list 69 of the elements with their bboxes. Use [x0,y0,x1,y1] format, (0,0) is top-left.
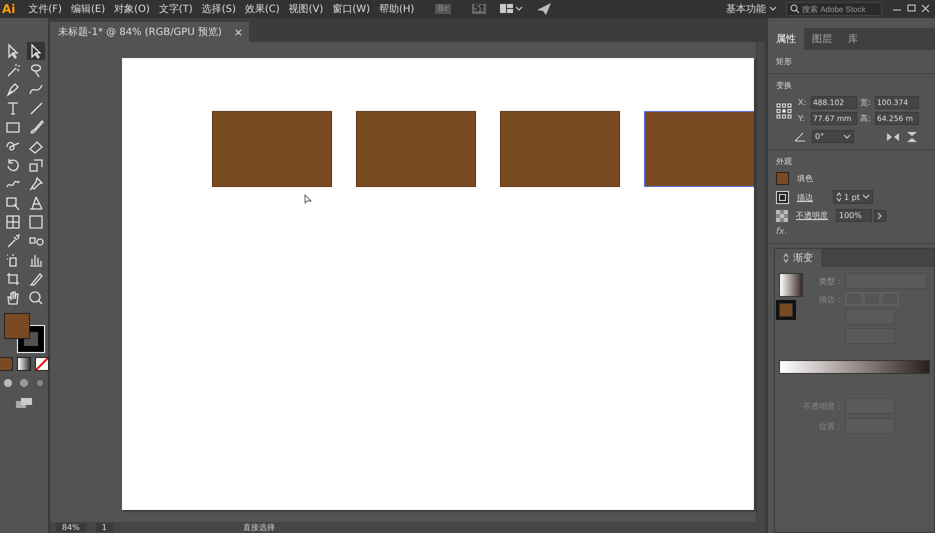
gradient-tool-icon[interactable] [26,213,44,231]
draw-behind-icon[interactable] [18,377,30,389]
flip-horizontal-icon[interactable] [886,132,900,142]
chevron-down-icon [862,194,870,200]
opacity-checker-icon [776,210,788,222]
panel-title[interactable]: 渐变 [775,249,821,267]
stroke-link[interactable]: 描边 [797,192,813,202]
angle-icon [794,132,806,142]
current-tool-label: 直接选择 [242,522,275,533]
menu-item[interactable]: 效果(C) [244,2,280,16]
menu-item[interactable]: 窗口(W) [332,2,370,16]
menu-item[interactable]: 文件(F) [28,2,62,16]
stroke-weight-field[interactable]: 1 pt [833,190,873,204]
paper-plane-icon[interactable] [536,2,552,16]
width-label: 宽: [860,97,872,108]
height-label: 高: [860,113,872,124]
gradient-thumbnail[interactable] [779,273,803,297]
menu-item[interactable]: 帮助(H) [379,2,414,16]
gradient-mode-button[interactable] [17,357,31,371]
chevron-down-icon [843,134,851,140]
panel-tab[interactable]: 属性 [768,28,804,50]
app-logo: Ai [1,2,16,16]
panel-tab[interactable]: 图层 [804,28,840,50]
opacity-field[interactable]: 100% [836,209,872,222]
menu-item[interactable]: 编辑(E) [70,2,106,16]
stroke-swatch[interactable] [18,326,44,352]
fill-swatch[interactable] [776,172,789,185]
panel-tab[interactable]: 库 [840,28,866,50]
x-label: X: [798,98,808,107]
draw-mode-icon[interactable] [2,377,14,389]
type-label: 类型： [818,276,843,286]
section-heading: 外观 [776,156,793,167]
menu-item[interactable]: 对象(O) [114,2,150,16]
stepper-icon [836,192,842,202]
artboard-number-field[interactable]: 1 [96,523,113,532]
section-heading: 变换 [776,80,793,91]
rotation-field[interactable]: 0° [812,130,854,143]
document-tab[interactable]: 未标题-1* @ 84% (RGB/GPU 预览) × [50,22,249,42]
fill-label: 填色 [797,173,813,184]
stepper-icon [783,253,789,263]
cursor-icon [304,194,312,204]
menu-item[interactable]: 文字(T) [158,2,193,16]
search-icon [790,4,799,14]
object-type-label: 矩形 [776,56,793,67]
reference-point-icon[interactable] [776,102,792,118]
vertical-scrollbar[interactable] [756,42,765,522]
fill-swatch[interactable] [4,313,30,339]
effects-button[interactable]: fx. [776,227,927,237]
y-label: Y: [798,114,806,123]
screen-mode-icon[interactable] [15,397,33,409]
chevron-down-icon [769,6,777,12]
color-mode-button[interactable] [0,357,13,371]
none-mode-icon[interactable] [35,357,49,371]
mesh-tool-icon[interactable] [4,213,22,231]
menu-item[interactable]: 选择(S) [202,2,236,16]
close-tab-button[interactable]: × [234,26,243,38]
flip-vertical-icon[interactable] [906,130,918,142]
zoom-field[interactable]: 84% [56,523,86,532]
workspace-switcher[interactable]: 基本功能 [726,2,777,16]
direct-selection-tool-icon[interactable] [26,42,44,60]
window-controls-icon[interactable] [891,3,931,15]
chevron-right-icon [877,212,883,220]
menu-item[interactable]: 视图(V) [288,2,324,16]
fill-swatch[interactable] [779,303,793,317]
stock-search-field[interactable]: 搜索 Adobe Stock [786,2,882,16]
opacity-link[interactable]: 不透明度 [796,210,828,221]
opacity-arrow-button[interactable] [874,210,886,222]
arrange-documents-icon[interactable] [499,3,524,15]
zoom-icon[interactable] [26,289,44,307]
